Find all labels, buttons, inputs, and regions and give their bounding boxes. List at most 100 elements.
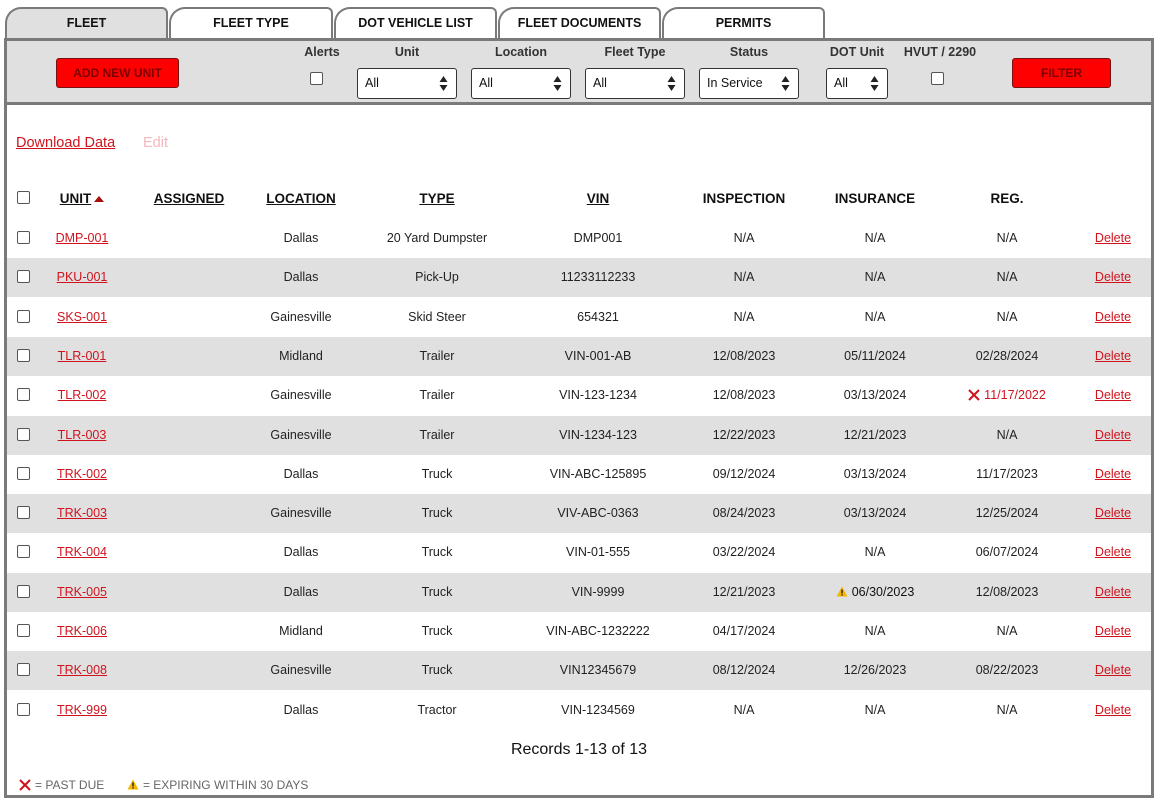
type-cell: Truck — [421, 585, 453, 599]
inspection-cell: 12/08/2023 — [712, 349, 776, 363]
delete-link[interactable]: Delete — [1095, 231, 1131, 245]
type-cell: Trailer — [419, 388, 455, 402]
location-select[interactable]: All — [471, 68, 571, 99]
add-new-unit-button[interactable]: ADD NEW UNIT — [56, 58, 179, 88]
delete-link[interactable]: Delete — [1095, 349, 1131, 363]
header-assigned[interactable]: ASSIGNED — [139, 179, 239, 218]
header-vin[interactable]: VIN — [538, 179, 658, 218]
unit-cell: TRK-003 — [47, 494, 117, 533]
unit-link[interactable]: TLR-002 — [58, 388, 107, 402]
insurance-cell: N/A — [815, 533, 935, 572]
select-all-checkbox[interactable] — [17, 191, 30, 204]
row-checkbox[interactable] — [17, 310, 30, 323]
row-checkbox[interactable] — [17, 231, 30, 244]
reg-cell: N/A — [947, 416, 1067, 455]
header-unit[interactable]: UNIT — [47, 179, 117, 218]
delete-link[interactable]: Delete — [1095, 467, 1131, 481]
insurance-cell: 06/30/2023 — [815, 573, 935, 612]
unit-link[interactable]: TLR-001 — [58, 349, 107, 363]
tab-fleet[interactable]: FLEET — [5, 7, 168, 40]
reg-cell: 12/08/2023 — [947, 573, 1067, 612]
delete-link[interactable]: Delete — [1095, 703, 1131, 717]
row-checkbox[interactable] — [17, 388, 30, 401]
warning-triangle-icon — [836, 586, 848, 597]
row-checkbox[interactable] — [17, 270, 30, 283]
unit-link[interactable]: SKS-001 — [57, 310, 107, 324]
delete-link[interactable]: Delete — [1095, 545, 1131, 559]
reg-date: N/A — [996, 703, 1018, 717]
row-checkbox[interactable] — [17, 428, 30, 441]
delete-link[interactable]: Delete — [1095, 585, 1131, 599]
assigned-cell — [139, 651, 239, 690]
fleet-type-select[interactable]: All — [585, 68, 685, 99]
unit-link[interactable]: TRK-002 — [57, 467, 107, 481]
header-type[interactable]: TYPE — [387, 179, 487, 218]
type-cell: Tractor — [417, 703, 457, 717]
type-cell: Truck — [421, 545, 453, 559]
location-cell: Dallas — [283, 545, 319, 559]
vin-cell: DMP001 — [573, 231, 623, 245]
insurance-cell: 12/26/2023 — [815, 651, 935, 690]
alerts-checkbox[interactable] — [310, 72, 323, 85]
delete-cell: Delete — [1083, 219, 1143, 258]
assigned-cell — [139, 219, 239, 258]
delete-link[interactable]: Delete — [1095, 270, 1131, 284]
delete-link[interactable]: Delete — [1095, 624, 1131, 638]
row-checkbox[interactable] — [17, 467, 30, 480]
vin-cell: VIN-ABC-125895 — [549, 467, 647, 481]
filter-button[interactable]: FILTER — [1012, 58, 1111, 88]
past-due-x-icon — [968, 388, 980, 401]
location-cell: Dallas — [283, 703, 319, 717]
unit-link[interactable]: TRK-999 — [57, 703, 107, 717]
download-data-link[interactable]: Download Data — [16, 135, 115, 151]
tab-dot-vehicle-list[interactable]: DOT VEHICLE LIST — [334, 7, 497, 40]
delete-link[interactable]: Delete — [1095, 310, 1131, 324]
select-arrows-icon — [553, 75, 562, 92]
row-checkbox[interactable] — [17, 506, 30, 519]
unit-link[interactable]: DMP-001 — [56, 231, 109, 245]
location-cell: Dallas — [283, 585, 319, 599]
header-insurance: INSURANCE — [834, 191, 916, 206]
row-checkbox[interactable] — [17, 545, 30, 558]
unit-link[interactable]: TRK-003 — [57, 506, 107, 520]
reg-date: N/A — [996, 231, 1018, 245]
row-checkbox[interactable] — [17, 624, 30, 637]
delete-link[interactable]: Delete — [1095, 506, 1131, 520]
status-select[interactable]: In Service — [699, 68, 799, 99]
dot-unit-select[interactable]: All — [826, 68, 888, 99]
location-cell: Dallas — [283, 467, 319, 481]
unit-link[interactable]: TRK-006 — [57, 624, 107, 638]
location-cell: Midland — [279, 624, 323, 638]
row-checkbox[interactable] — [17, 349, 30, 362]
status-select-value: In Service — [707, 76, 763, 90]
reg-cell: 06/07/2024 — [947, 533, 1067, 572]
delete-cell: Delete — [1083, 651, 1143, 690]
inspection-cell: 08/12/2024 — [712, 663, 776, 677]
unit-link[interactable]: TRK-008 — [57, 663, 107, 677]
tab-permits[interactable]: PERMITS — [662, 7, 825, 40]
header-location[interactable]: LOCATION — [251, 179, 351, 218]
type-cell: Trailer — [419, 428, 455, 442]
table-row: DMP-001 Dallas 20 Yard Dumpster DMP001 N/A N/… — [7, 219, 1151, 258]
tab-fleet-documents[interactable]: FLEET DOCUMENTS — [498, 7, 661, 40]
unit-select[interactable]: All — [357, 68, 457, 99]
assigned-cell — [139, 258, 239, 297]
row-checkbox[interactable] — [17, 703, 30, 716]
delete-link[interactable]: Delete — [1095, 428, 1131, 442]
assigned-cell — [139, 533, 239, 572]
edit-link[interactable]: Edit — [143, 135, 168, 151]
unit-link[interactable]: TRK-004 — [57, 545, 107, 559]
hvut-2290-checkbox[interactable] — [931, 72, 944, 85]
unit-link[interactable]: PKU-001 — [57, 270, 108, 284]
tab-fleet-type[interactable]: FLEET TYPE — [169, 7, 333, 40]
location-select-value: All — [479, 76, 493, 90]
row-checkbox[interactable] — [17, 585, 30, 598]
delete-link[interactable]: Delete — [1095, 663, 1131, 677]
row-checkbox[interactable] — [17, 663, 30, 676]
inspection-cell: N/A — [733, 231, 755, 245]
reg-cell: 12/25/2024 — [947, 494, 1067, 533]
delete-link[interactable]: Delete — [1095, 388, 1131, 402]
unit-link[interactable]: TRK-005 — [57, 585, 107, 599]
unit-link[interactable]: TLR-003 — [58, 428, 107, 442]
select-arrows-icon — [781, 75, 790, 92]
